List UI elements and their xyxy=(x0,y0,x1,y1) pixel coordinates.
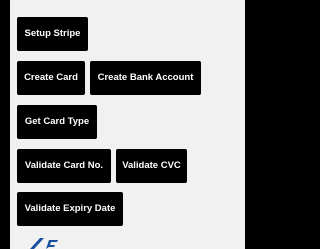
validate-expiry-date-button[interactable]: Validate Expiry Date xyxy=(17,192,123,226)
app-screen: Setup Stripe Create Card Create Bank Acc… xyxy=(10,0,245,249)
setup-stripe-button[interactable]: Setup Stripe xyxy=(17,17,88,51)
get-card-type-button[interactable]: Get Card Type xyxy=(17,105,97,139)
create-bank-account-button[interactable]: Create Bank Account xyxy=(90,61,201,95)
validate-card-number-button[interactable]: Validate Card No. xyxy=(17,149,111,183)
validate-cvc-button[interactable]: Validate CVC xyxy=(116,149,187,183)
card-brand-logo-icon xyxy=(30,238,58,249)
create-card-button[interactable]: Create Card xyxy=(17,61,85,95)
